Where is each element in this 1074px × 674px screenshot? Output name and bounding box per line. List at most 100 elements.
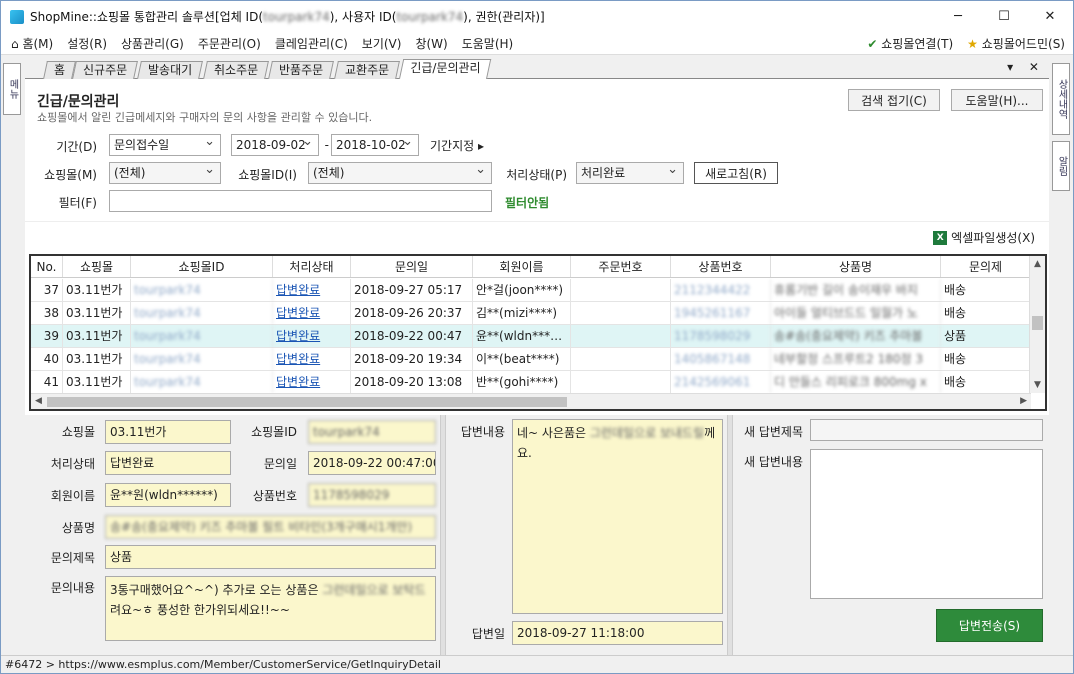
- cell-mallid[interactable]: tourpark74: [131, 348, 273, 370]
- filter-input[interactable]: [109, 190, 492, 212]
- period-set-button[interactable]: 기간지정 ▸: [422, 134, 492, 156]
- menu-claim[interactable]: 클레임관리(C): [268, 35, 355, 52]
- tab-exchange[interactable]: 교환주문: [334, 61, 401, 79]
- tab-ship-wait[interactable]: 발송대기: [137, 61, 204, 79]
- cell-date: 2018-09-27 05:17: [351, 279, 473, 301]
- mall-select[interactable]: (전체): [109, 162, 221, 184]
- scroll-up-icon[interactable]: ▲: [1034, 259, 1041, 269]
- new-content-textarea[interactable]: [810, 449, 1043, 599]
- col-member[interactable]: 회원이름: [473, 256, 571, 277]
- menu-order[interactable]: 주문관리(O): [191, 35, 268, 52]
- col-product-no[interactable]: 상품번호: [671, 256, 771, 277]
- cell-product-name: 아이들 얼티브드드 일월가 노: [771, 302, 941, 324]
- cell-mallid[interactable]: tourpark74: [131, 325, 273, 347]
- menu-window[interactable]: 창(W): [408, 35, 454, 52]
- cell-state[interactable]: 답변완료: [273, 302, 351, 324]
- scroll-right-icon[interactable]: ▶: [1020, 396, 1027, 406]
- cell-state[interactable]: 답변완료: [273, 325, 351, 347]
- cell-product-no[interactable]: 1405867148: [671, 348, 771, 370]
- state-select[interactable]: 처리완료: [576, 162, 684, 184]
- detail-splitter-2[interactable]: [727, 415, 733, 655]
- collapse-search-button[interactable]: 검색 접기(C): [848, 89, 940, 111]
- menu-view[interactable]: 보기(V): [355, 35, 409, 52]
- cell-mall: 03.11번가: [63, 371, 131, 393]
- side-tab-detail[interactable]: 상세내역: [1052, 63, 1070, 135]
- period-type-select[interactable]: 문의접수일: [109, 134, 221, 156]
- col-no[interactable]: No.: [31, 256, 63, 277]
- col-state[interactable]: 처리상태: [273, 256, 351, 277]
- menu-product[interactable]: 상품관리(G): [114, 35, 191, 52]
- help-button[interactable]: 도움말(H)...: [951, 89, 1043, 111]
- app-window: ShopMine::쇼핑몰 통합관리 솔루션[업체 ID(tourpark74)…: [0, 0, 1074, 674]
- cell-state[interactable]: 답변완료: [273, 279, 351, 301]
- minimize-button[interactable]: ─: [935, 1, 981, 31]
- col-date[interactable]: 문의일: [351, 256, 473, 277]
- vertical-scroll-thumb[interactable]: [1032, 316, 1043, 330]
- table-row[interactable]: 41 03.11번가 tourpark74 답변완료 2018-09-20 13:08 반…: [31, 371, 1031, 394]
- horizontal-scroll-thumb[interactable]: [47, 397, 567, 407]
- answer-date-label: 답변일: [471, 627, 505, 641]
- excel-icon: X: [933, 230, 948, 245]
- table-row[interactable]: 40 03.11번가 tourpark74 답변완료 2018-09-20 19:34 이…: [31, 348, 1031, 371]
- detail-date-value: 2018-09-22 00:47:00: [308, 451, 436, 475]
- cell-type: 배송: [941, 279, 1031, 301]
- detail-pno-value: 1178598029: [308, 483, 436, 507]
- menu-settings[interactable]: 설정(R): [60, 35, 114, 52]
- menu-help[interactable]: 도움말(H): [455, 35, 521, 52]
- side-tab-alarm[interactable]: 알림: [1052, 141, 1070, 191]
- cell-product-name: 디 만들스 리피로크 800mg x: [771, 371, 941, 393]
- excel-export-button[interactable]: X 엑셀파일생성(X): [933, 229, 1035, 246]
- mallid-select[interactable]: (전체): [308, 162, 492, 184]
- detail-panel: 쇼핑몰 03.11번가 쇼핑몰ID tourpark74 처리상태 답변완료 문…: [25, 415, 1049, 655]
- detail-splitter-1[interactable]: [440, 415, 446, 655]
- filter-label: 필터(F): [58, 196, 97, 210]
- cell-product-no[interactable]: 1178598029: [671, 325, 771, 347]
- col-mallid[interactable]: 쇼핑몰ID: [131, 256, 273, 277]
- refresh-button[interactable]: 새로고침(R): [694, 162, 778, 184]
- cell-mallid[interactable]: tourpark74: [131, 279, 273, 301]
- scroll-down-icon[interactable]: ▼: [1034, 380, 1041, 390]
- filter-status: 필터안됨: [505, 196, 550, 210]
- cell-product-no[interactable]: 2112344422: [671, 279, 771, 301]
- detail-subject-value: 상품: [105, 545, 436, 569]
- table-row[interactable]: 39 03.11번가 tourpark74 답변완료 2018-09-22 00:47 윤…: [31, 325, 1031, 348]
- tab-home[interactable]: 홈: [43, 61, 76, 79]
- cell-mallid[interactable]: tourpark74: [131, 302, 273, 324]
- col-mall[interactable]: 쇼핑몰: [63, 256, 131, 277]
- maximize-button[interactable]: ☐: [981, 1, 1027, 31]
- cell-product-no[interactable]: 1945261167: [671, 302, 771, 324]
- new-title-label: 새 답변제목: [743, 425, 803, 439]
- cell-no: 37: [31, 279, 63, 301]
- send-answer-button[interactable]: 답변전송(S): [936, 609, 1043, 642]
- app-logo-icon: [10, 9, 24, 24]
- table-row[interactable]: 38 03.11번가 tourpark74 답변완료 2018-09-26 20:37 김…: [31, 302, 1031, 325]
- new-title-input[interactable]: [810, 419, 1043, 441]
- close-button[interactable]: ✕: [1027, 1, 1073, 31]
- cell-mallid[interactable]: tourpark74: [131, 371, 273, 393]
- cell-product-no[interactable]: 2142569061: [671, 371, 771, 393]
- mall-connect-menu[interactable]: ✔ 쇼핑몰연결(T): [867, 35, 953, 52]
- date-from-picker[interactable]: 2018-09-02: [231, 134, 319, 156]
- tab-new-order[interactable]: 신규주문: [72, 61, 139, 79]
- cell-member: 반**(gohi****): [473, 371, 571, 393]
- cell-order: [571, 302, 671, 324]
- mall-admin-menu[interactable]: ★ 쇼핑몰어드민(S): [967, 35, 1065, 52]
- table-horizontal-scrollbar[interactable]: ◀ ▶: [31, 393, 1031, 409]
- col-product-name[interactable]: 상품명: [771, 256, 941, 277]
- date-to-picker[interactable]: 2018-10-02: [331, 134, 419, 156]
- search-panel: 긴급/문의관리 쇼핑몰에서 알린 긴급메세지와 구매자의 문의 사항을 관리할 …: [25, 79, 1049, 221]
- tab-inquiry[interactable]: 긴급/문의관리: [398, 59, 492, 80]
- cell-state[interactable]: 답변완료: [273, 371, 351, 393]
- menu-home[interactable]: ⌂ 홈(M): [1, 35, 60, 52]
- table-vertical-scrollbar[interactable]: ▲ ▼: [1029, 256, 1045, 393]
- tab-cancel[interactable]: 취소주문: [203, 61, 270, 79]
- table-row[interactable]: 37 03.11번가 tourpark74 답변완료 2018-09-27 05:17 안…: [31, 279, 1031, 302]
- col-type[interactable]: 문의제: [941, 256, 1031, 277]
- tab-controls[interactable]: ▾ ✕: [1007, 60, 1045, 74]
- cell-date: 2018-09-20 19:34: [351, 348, 473, 370]
- scroll-left-icon[interactable]: ◀: [35, 396, 42, 406]
- side-tab-menu[interactable]: 메뉴: [3, 63, 21, 115]
- col-order[interactable]: 주문번호: [571, 256, 671, 277]
- cell-state[interactable]: 답변완료: [273, 348, 351, 370]
- tab-return[interactable]: 반품주문: [268, 61, 335, 79]
